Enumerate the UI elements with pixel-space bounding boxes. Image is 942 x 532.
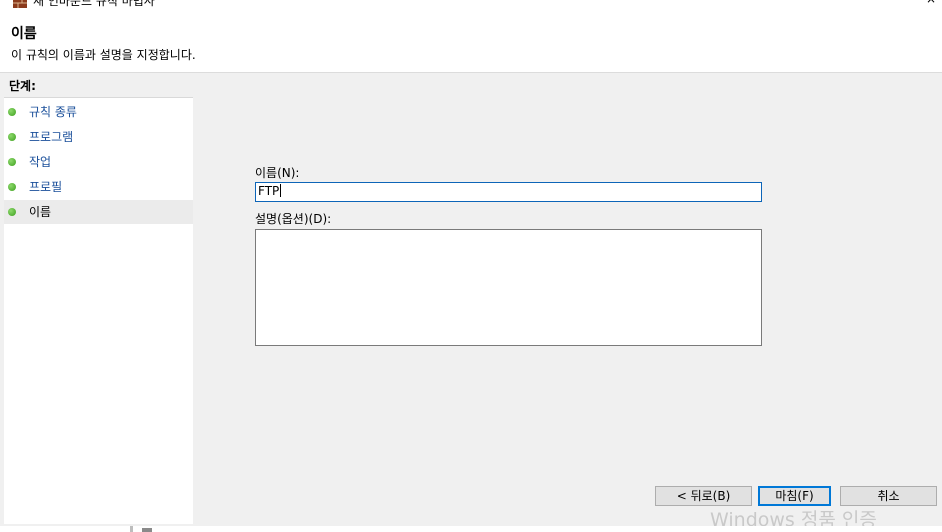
cancel-button[interactable]: 취소 [840, 486, 937, 506]
finish-button[interactable]: 마침(F) [758, 486, 831, 506]
background-divider [130, 526, 133, 532]
step-label[interactable]: 이름 [29, 200, 51, 224]
page-title: 이름 [11, 26, 37, 42]
page-subtitle: 이 규칙의 이름과 설명을 지정합니다. [11, 48, 196, 62]
content-panel: 이름(N): FTP 설명(옵션)(D): [197, 76, 942, 524]
step-item-rule-type[interactable]: 규칙 종류 [4, 100, 193, 124]
description-textarea[interactable] [255, 229, 762, 346]
steps-panel: 단계: 규칙 종류 프로그램 작업 프로필 이름 [4, 76, 193, 524]
step-label[interactable]: 규칙 종류 [29, 100, 77, 124]
close-button[interactable]: × [926, 0, 936, 6]
name-label: 이름(N): [255, 166, 300, 180]
step-item-program[interactable]: 프로그램 [4, 125, 193, 149]
back-button[interactable]: < 뒤로(B) [655, 486, 752, 506]
step-item-profile[interactable]: 프로필 [4, 175, 193, 199]
green-dot-icon [8, 108, 16, 116]
step-item-name[interactable]: 이름 [4, 200, 193, 224]
title-bar: 새 인바운드 규칙 마법사 × [0, 0, 942, 12]
step-label[interactable]: 프로그램 [29, 125, 73, 149]
green-dot-icon [8, 208, 16, 216]
firewall-wall-icon [13, 0, 27, 8]
background-element [142, 528, 152, 532]
text-caret [280, 184, 282, 197]
name-input-value: FTP [258, 184, 282, 198]
description-label: 설명(옵션)(D): [255, 212, 332, 226]
step-item-action[interactable]: 작업 [4, 150, 193, 174]
green-dot-icon [8, 158, 16, 166]
window-title: 새 인바운드 규칙 마법사 [33, 0, 155, 8]
step-label[interactable]: 프로필 [29, 175, 62, 199]
steps-heading: 단계: [4, 76, 193, 98]
step-label[interactable]: 작업 [29, 150, 51, 174]
window-bottom-edge [0, 526, 942, 532]
green-dot-icon [8, 133, 16, 141]
name-input[interactable]: FTP [255, 182, 762, 202]
green-dot-icon [8, 183, 16, 191]
page-header: 이름 이 규칙의 이름과 설명을 지정합니다. [0, 12, 942, 72]
